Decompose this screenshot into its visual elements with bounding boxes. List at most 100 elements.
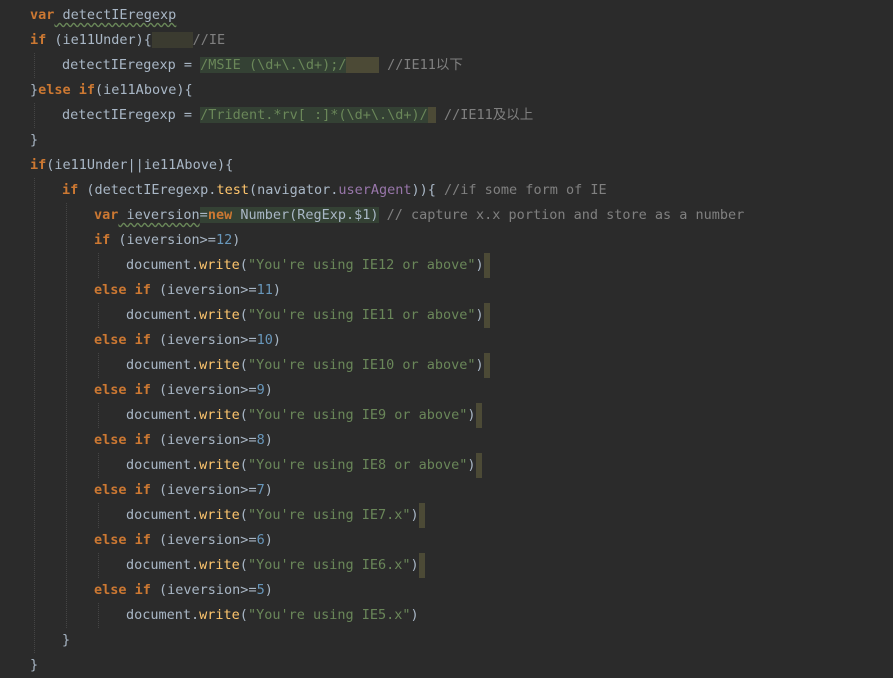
string-literal: "You're using IE11 or above"	[247, 307, 476, 323]
code-text: (ieversion>=	[150, 582, 257, 598]
keyword: if	[62, 182, 79, 198]
code-line[interactable]: document.write("You're using IE8 or abov…	[126, 453, 482, 478]
code-line[interactable]: else if (ieversion>=9)	[94, 378, 273, 403]
string-literal: "You're using IE12 or above"	[247, 257, 476, 273]
code-text: (	[239, 307, 248, 323]
code-text: (ie11Under||ie11Above){	[46, 157, 234, 173]
whitespace-highlight	[418, 553, 425, 578]
code-text: (	[239, 457, 248, 473]
indent-guide	[66, 203, 67, 628]
code-line[interactable]: document.write("You're using IE7.x")	[126, 503, 425, 528]
code-text: document.	[126, 357, 200, 373]
code-line[interactable]: document.write("You're using IE12 or abo…	[126, 253, 490, 278]
code-line[interactable]: document.write("You're using IE6.x")	[126, 553, 425, 578]
code-text: document.	[126, 607, 200, 623]
code-text: (ieversion>=	[150, 332, 257, 348]
code-line[interactable]: if (ieversion>=12)	[94, 228, 240, 253]
keyword: if	[70, 82, 96, 98]
keyword: if	[94, 232, 111, 248]
whitespace-highlight	[483, 353, 490, 378]
code-line[interactable]: if (detectIEregexp.test(navigator.userAg…	[62, 178, 607, 203]
code-line[interactable]: else if (ieversion>=11)	[94, 278, 281, 303]
keyword: else if	[94, 582, 151, 598]
whitespace-highlight	[483, 303, 490, 328]
regex-literal: /MSIE (\d+\.\d+);/	[200, 57, 347, 73]
keyword: else	[38, 82, 71, 98]
code-text: )	[264, 482, 273, 498]
code-line[interactable]: var detectIEregexp	[30, 3, 176, 28]
indent-guide	[34, 178, 35, 653]
indent-guide	[98, 253, 99, 278]
method-name: write	[199, 357, 240, 373]
code-text: )	[475, 307, 484, 323]
code-line[interactable]: else if (ieversion>=8)	[94, 428, 273, 453]
code-line[interactable]: else if (ieversion>=7)	[94, 478, 273, 503]
code-text: )	[272, 332, 281, 348]
keyword: var	[94, 207, 119, 223]
code-editor[interactable]: var detectIEregexp if (ie11Under){ //IE …	[0, 0, 893, 677]
number-literal: 9	[256, 382, 265, 398]
keyword: var	[30, 7, 55, 23]
method-name: write	[199, 507, 240, 523]
code-line[interactable]: var ieversion=new Number(RegExp.$1) // c…	[94, 203, 744, 228]
code-text: )	[264, 382, 273, 398]
code-line[interactable]: else if (ieversion>=6)	[94, 528, 273, 553]
string-literal: "You're using IE9 or above"	[247, 407, 468, 423]
code-line[interactable]: document.write("You're using IE9 or abov…	[126, 403, 482, 428]
comment: // capture x.x portion and store as a nu…	[378, 207, 745, 223]
code-text: (	[239, 507, 248, 523]
method-name: write	[199, 457, 240, 473]
code-text: detectIEregexp =	[62, 107, 201, 123]
property-name: userAgent	[338, 182, 412, 198]
code-text: document.	[126, 557, 200, 573]
indent-guide	[98, 553, 99, 578]
number-literal: 8	[256, 432, 265, 448]
code-text: )	[232, 232, 241, 248]
keyword: else if	[94, 332, 151, 348]
method-name: write	[199, 307, 240, 323]
code-text: )){	[411, 182, 436, 198]
whitespace-highlight	[483, 253, 490, 278]
keyword: if	[30, 157, 47, 173]
method-name: write	[199, 557, 240, 573]
code-line[interactable]: }	[62, 628, 70, 653]
code-text: )	[264, 432, 273, 448]
code-text: }	[30, 82, 39, 98]
code-line[interactable]: if(ie11Under||ie11Above){	[30, 153, 233, 178]
code-text: (ie11Under){	[46, 32, 152, 48]
whitespace-highlight	[151, 32, 193, 48]
comment: //if some form of IE	[435, 182, 607, 198]
code-line[interactable]: document.write("You're using IE11 or abo…	[126, 303, 490, 328]
keyword: else if	[94, 432, 151, 448]
number-literal: 7	[256, 482, 265, 498]
code-line[interactable]: detectIEregexp = /Trident.*rv[ :]*(\d+\.…	[62, 103, 533, 128]
code-line[interactable]: if (ie11Under){ //IE	[30, 28, 225, 53]
code-text: )	[475, 357, 484, 373]
keyword: if	[30, 32, 47, 48]
keyword: else if	[94, 482, 151, 498]
code-text: (	[239, 357, 248, 373]
code-text: (ieversion>=	[150, 432, 257, 448]
whitespace-highlight	[346, 57, 379, 73]
indent-guide	[98, 403, 99, 428]
code-text: (ieversion>=	[150, 532, 257, 548]
code-line[interactable]: document.write("You're using IE5.x")	[126, 603, 419, 628]
code-line[interactable]: }	[30, 653, 38, 678]
keyword: else if	[94, 532, 151, 548]
comment: //IE11及以上	[444, 107, 534, 123]
string-literal: "You're using IE10 or above"	[247, 357, 476, 373]
code-text: document.	[126, 407, 200, 423]
identifier: detectIEregexp	[54, 7, 177, 23]
code-line[interactable]: else if (ieversion>=10)	[94, 328, 281, 353]
whitespace-highlight	[475, 403, 482, 428]
code-text: (	[239, 407, 248, 423]
code-text: (navigator.	[248, 182, 339, 198]
code-line[interactable]: else if (ieversion>=5)	[94, 578, 273, 603]
code-text: )	[475, 257, 484, 273]
code-text: )	[272, 282, 281, 298]
code-line[interactable]: document.write("You're using IE10 or abo…	[126, 353, 490, 378]
code-line[interactable]: }else if(ie11Above){	[30, 78, 193, 103]
indent-guide	[34, 53, 35, 78]
code-line[interactable]: detectIEregexp = /MSIE (\d+\.\d+);/ //IE…	[62, 53, 463, 78]
code-line[interactable]: }	[30, 128, 38, 153]
